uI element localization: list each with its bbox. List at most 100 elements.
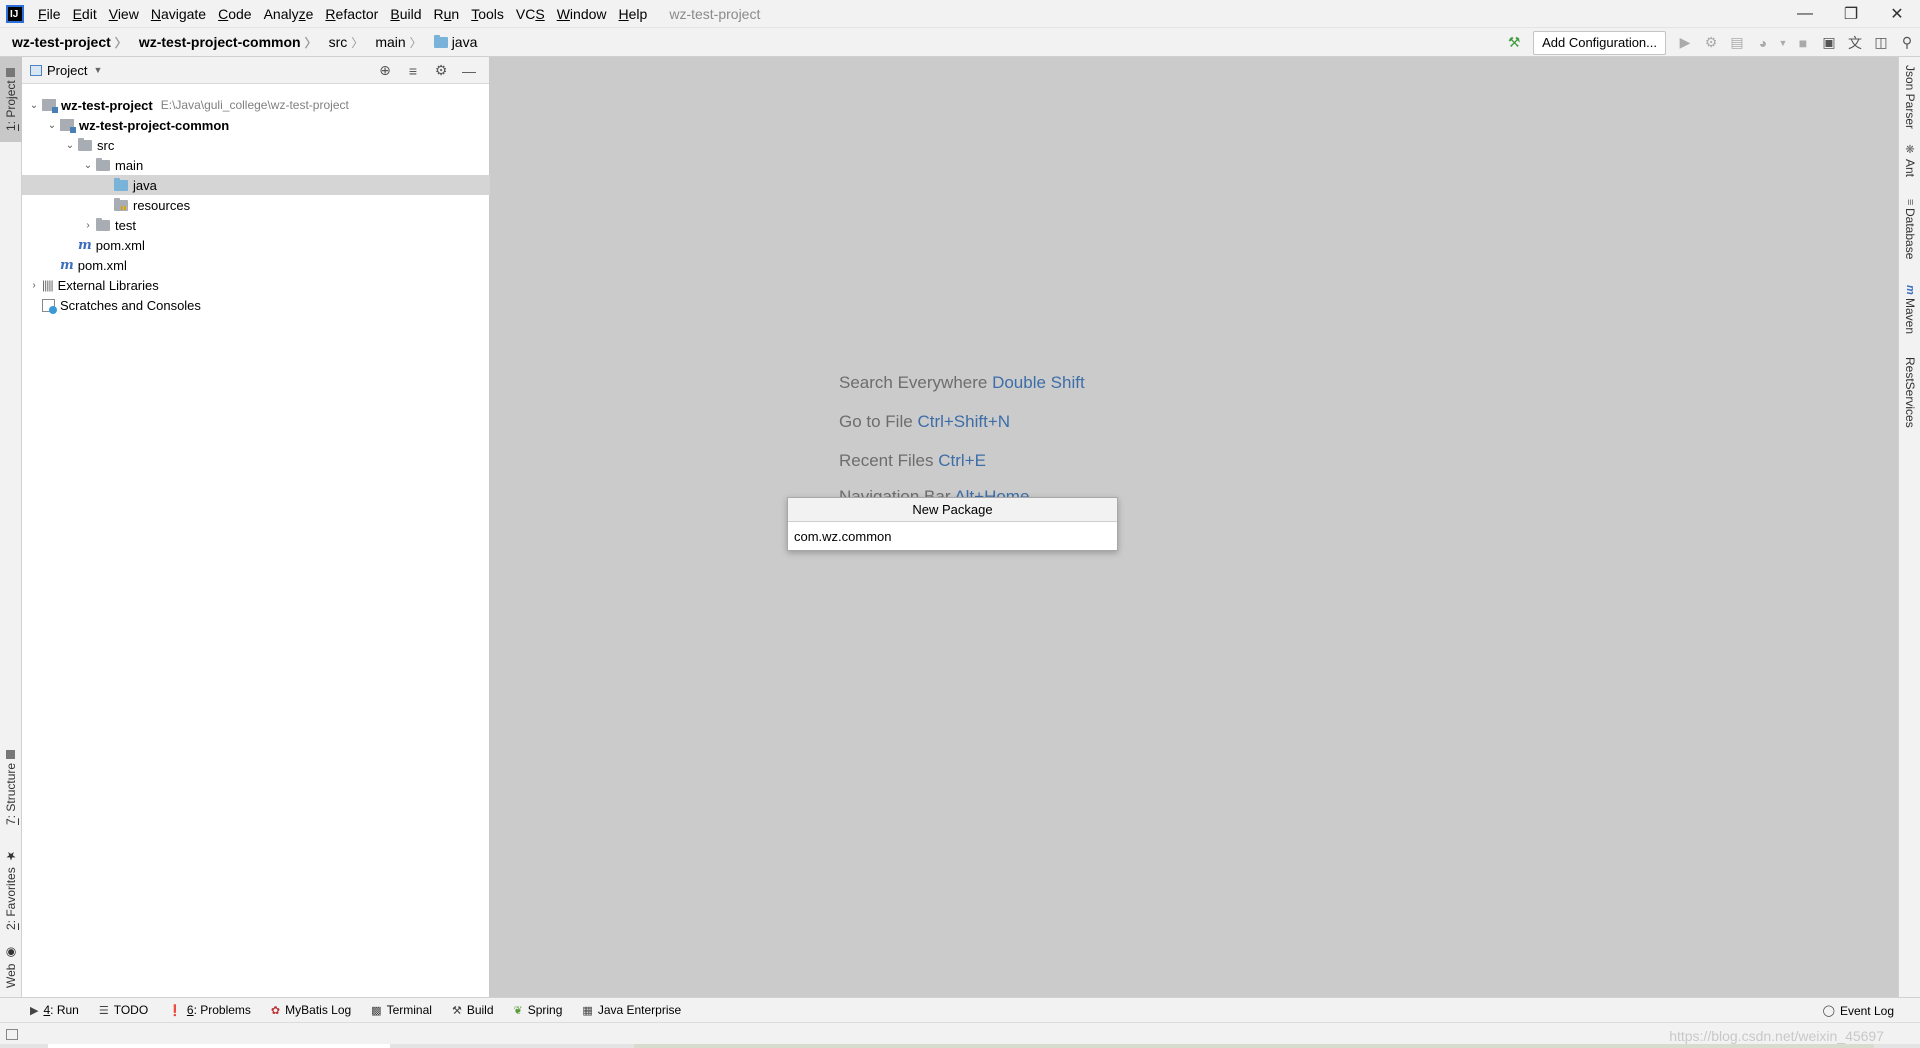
status-bar: https://blog.csdn.net/weixin_45697 [0,1022,1920,1048]
tree-item-src[interactable]: ⌄ src [22,135,490,155]
project-view-selector[interactable]: Project [47,63,87,78]
tool-java-enterprise[interactable]: ▦ Java Enterprise [572,1003,691,1017]
menu-item[interactable]: Navigate [145,0,212,28]
event-log-icon: ◯ [1822,1005,1835,1017]
project-icon [30,64,42,76]
add-configuration-button[interactable]: Add Configuration... [1533,30,1666,55]
locate-file-icon[interactable]: ⊕ [371,62,399,79]
menu-item[interactable]: Help [613,0,654,28]
more-run-chevron-icon[interactable]: ▼ [1776,31,1790,55]
menu-item[interactable]: View [103,0,145,28]
tool-problems[interactable]: ❗ 6: Problems [158,1003,261,1017]
menu-item[interactable]: Build [384,0,427,28]
collapse-all-icon[interactable]: ≡ [399,63,427,79]
tool-todo[interactable]: ☰ TODO [89,1003,158,1017]
spring-leaf-icon: ❦ [513,1004,523,1017]
breadcrumb-java[interactable]: java [422,34,477,50]
restore-icon[interactable]: ❐ [1828,0,1874,28]
title-bar: IJ File Edit View Navigate Code Analyze Refact… [0,0,1920,28]
build-hammer-icon[interactable]: ⚒ [1501,31,1527,55]
main-menu: File Edit View Navigate Code Analyze Refactor B… [32,0,653,28]
menu-item[interactable]: VCS [510,0,551,28]
minimize-icon[interactable]: — [1782,0,1828,28]
menu-item[interactable]: Edit [67,0,103,28]
database-icon: ≡ [1904,199,1916,206]
coverage-icon[interactable]: ▤ [1724,31,1750,55]
mybatis-bird-icon: ✿ [270,1004,281,1017]
debug-icon[interactable]: ⚙ [1698,31,1724,55]
tree-item-java[interactable]: java [22,175,490,195]
project-structure-icon[interactable]: ▣ [1816,31,1842,55]
menu-item[interactable]: Tools [465,0,510,28]
window-title: wz-test-project [669,5,761,22]
tool-mybatis-log[interactable]: ✿ MyBatis Log [261,1003,361,1017]
tab-project[interactable]: 1: Project [0,57,22,142]
toolbar-right: ⚒ Add Configuration... ▶ ⚙ ▤ ◕ ▼ ■ ▣ 文 ◫… [1501,28,1920,57]
maven-file-icon: m [60,257,74,273]
chevron-down-icon[interactable]: ⌄ [26,100,42,111]
watermark-text: https://blog.csdn.net/weixin_45697 [1669,1028,1884,1044]
toggle-tool-windows-icon[interactable] [6,1029,18,1040]
tool-spring[interactable]: ❦ Spring [504,1003,573,1017]
terminal-icon: ▩ [371,1004,382,1017]
breadcrumb-project[interactable]: wz-test-project 〉 [0,34,127,51]
breadcrumb-module[interactable]: wz-test-project-common 〉 [127,34,317,51]
bottom-tool-bar: ▶ 4: Run ☰ TODO ❗ 6: Problems ✿ MyBatis … [0,997,1920,1022]
tree-item-main[interactable]: ⌄ main [22,155,490,175]
breadcrumb-src[interactable]: src 〉 [317,34,364,51]
tree-item-root-project[interactable]: ⌄ wz-test-project E:\Java\guli_college\w… [22,95,490,115]
package-name-input[interactable] [788,522,1117,550]
tool-run[interactable]: ▶ 4: Run [0,1003,89,1017]
tab-structure[interactable]: 7: Structure [0,745,22,830]
tool-event-log[interactable]: ◯ Event Log [1813,998,1904,1023]
hint-search-everywhere: Search Everywhere Double Shift [839,373,1085,392]
chevron-right-icon[interactable]: › [26,280,42,291]
chevron-down-icon[interactable]: ▼ [93,65,102,75]
tab-ant[interactable]: ❋ Ant [1899,143,1920,183]
chevron-down-icon[interactable]: ⌄ [62,140,78,151]
translate-icon[interactable]: 文 [1842,31,1868,55]
menu-item[interactable]: File [32,0,67,28]
search-icon[interactable]: ⚲ [1894,31,1920,55]
breadcrumb-main[interactable]: main 〉 [363,34,421,51]
problems-icon: ❗ [168,1004,182,1017]
chevron-right-icon[interactable]: › [80,220,96,231]
chevron-down-icon[interactable]: ⌄ [80,160,96,171]
tab-json-parser[interactable]: Json Parser [1899,65,1920,135]
tool-build[interactable]: ⚒ Build [442,1003,504,1017]
source-folder-icon [114,177,128,191]
dialog-title: New Package [788,498,1117,522]
menu-item[interactable]: Analyze [258,0,320,28]
presentation-icon[interactable]: ◫ [1868,31,1894,55]
menu-item[interactable]: Code [212,0,257,28]
todo-list-icon: ☰ [98,1004,109,1017]
panel-tools: ⊕ ≡ ⚙ — [371,57,483,84]
hint-recent-files: Recent Files Ctrl+E [839,451,986,470]
tab-favorites[interactable]: 2: Favorites ★ [0,847,22,932]
tab-web[interactable]: Web ◉ [0,942,22,992]
menu-item[interactable]: Refactor [319,0,384,28]
tree-item-module-pom[interactable]: m pom.xml [22,235,490,255]
tool-terminal[interactable]: ▩ Terminal [361,1003,442,1017]
profile-icon[interactable]: ◕ [1750,31,1776,55]
tree-item-common-module[interactable]: ⌄ wz-test-project-common [22,115,490,135]
menu-item[interactable]: Window [551,0,613,28]
tree-item-root-pom[interactable]: m pom.xml [22,255,490,275]
build-hammer-icon: ⚒ [451,1004,462,1017]
tree-item-scratches[interactable]: Scratches and Consoles [22,295,490,315]
project-tool-window: Project ▼ ⊕ ≡ ⚙ — ⌄ wz-test-project E:\J… [22,57,490,997]
chevron-down-icon[interactable]: ⌄ [44,120,60,131]
tab-maven[interactable]: m Maven [1899,285,1920,340]
tab-database[interactable]: ≡ Database [1899,199,1920,269]
tree-item-test[interactable]: › test [22,215,490,235]
gear-icon[interactable]: ⚙ [427,62,455,79]
menu-item[interactable]: Run [428,0,466,28]
tree-item-external-libraries[interactable]: › ||||| External Libraries [22,275,490,295]
stop-icon[interactable]: ■ [1790,31,1816,55]
tab-rest-services[interactable]: RestServices [1899,357,1920,432]
run-icon[interactable]: ▶ [1672,31,1698,55]
scratches-icon [42,298,57,314]
hide-icon[interactable]: — [455,63,483,79]
close-icon[interactable]: ✕ [1874,0,1920,28]
tree-item-resources[interactable]: resources [22,195,490,215]
